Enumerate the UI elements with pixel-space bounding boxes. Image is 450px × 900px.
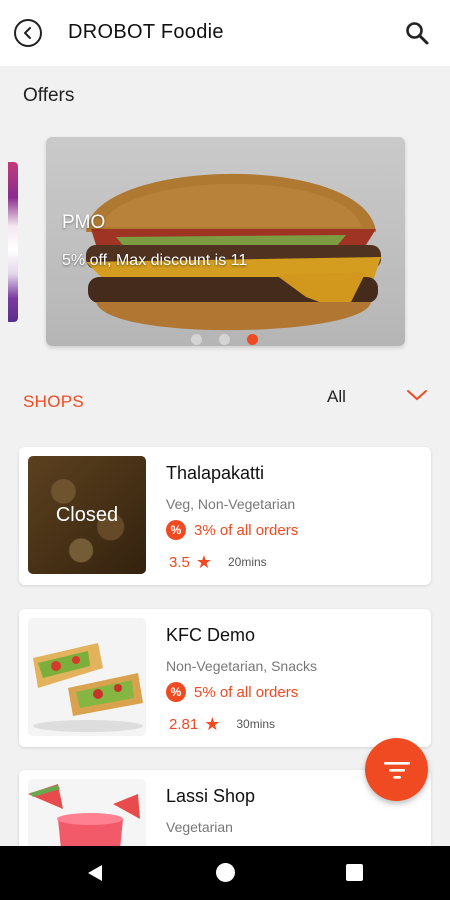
shop-category: Veg, Non-Vegetarian (166, 496, 296, 512)
closed-overlay: Closed (28, 456, 146, 574)
previous-offer-card[interactable] (8, 162, 18, 322)
search-button[interactable] (404, 20, 430, 46)
nav-back-icon[interactable] (86, 864, 104, 882)
shop-category: Vegetarian (166, 819, 233, 835)
delivery-time: 30mins (236, 717, 276, 731)
chevron-left-icon (24, 27, 31, 39)
offer-text: 5% of all orders (194, 683, 299, 701)
offer-row: % 5% of all orders (166, 682, 298, 702)
nav-home-icon[interactable] (216, 863, 235, 882)
shop-category: Non-Vegetarian, Snacks (166, 658, 317, 674)
filter-icon (383, 761, 410, 779)
rating-value: 3.5 (169, 553, 190, 571)
shop-image: Closed (28, 456, 146, 574)
filter-button[interactable] (365, 738, 428, 801)
carousel-dot-active[interactable] (247, 334, 258, 345)
rating-row: 2.81 ★ 30mins (169, 715, 275, 733)
delivery-time: 20mins (228, 555, 267, 569)
offer-banner[interactable]: PMO 5% off, Max discount is 11 (46, 137, 405, 346)
shop-card[interactable]: Closed Thalapakatti Veg, Non-Vegetarian … (19, 447, 431, 585)
offer-row: % 3% of all orders (166, 520, 298, 540)
carousel-dots (191, 334, 258, 345)
shop-name: KFC Demo (166, 625, 256, 645)
shop-image (28, 618, 146, 736)
rating-row: 3.5 ★ 20mins (169, 553, 267, 571)
chevron-down-icon[interactable] (405, 386, 429, 404)
discount-icon: % (166, 520, 186, 540)
carousel-dot[interactable] (191, 334, 202, 345)
banner-title: PMO (62, 212, 106, 233)
carousel-dot[interactable] (219, 334, 230, 345)
discount-icon: % (166, 682, 186, 702)
search-icon (406, 22, 429, 45)
app-bar: DROBOT Foodie (0, 0, 450, 66)
rating-value: 2.81 (169, 715, 199, 733)
wrap-image (28, 618, 146, 736)
shop-card[interactable]: KFC Demo Non-Vegetarian, Snacks % 5% of … (19, 609, 431, 747)
shop-name: Lassi Shop (166, 786, 256, 806)
shops-heading: SHOPS (23, 392, 85, 411)
shop-name: Thalapakatti (166, 463, 265, 483)
system-nav-bar (0, 846, 450, 900)
star-icon: ★ (204, 714, 221, 734)
nav-recents-icon[interactable] (346, 864, 363, 881)
offer-text: 3% of all orders (194, 521, 299, 539)
page-title: DROBOT Foodie (68, 21, 224, 43)
star-icon: ★ (195, 552, 212, 572)
banner-subtitle: 5% off, Max discount is 11 (62, 252, 248, 269)
offers-heading: Offers (23, 85, 75, 106)
shop-filter-value[interactable]: All (327, 387, 346, 407)
banner-overlay (46, 137, 405, 346)
back-button[interactable] (14, 19, 42, 47)
